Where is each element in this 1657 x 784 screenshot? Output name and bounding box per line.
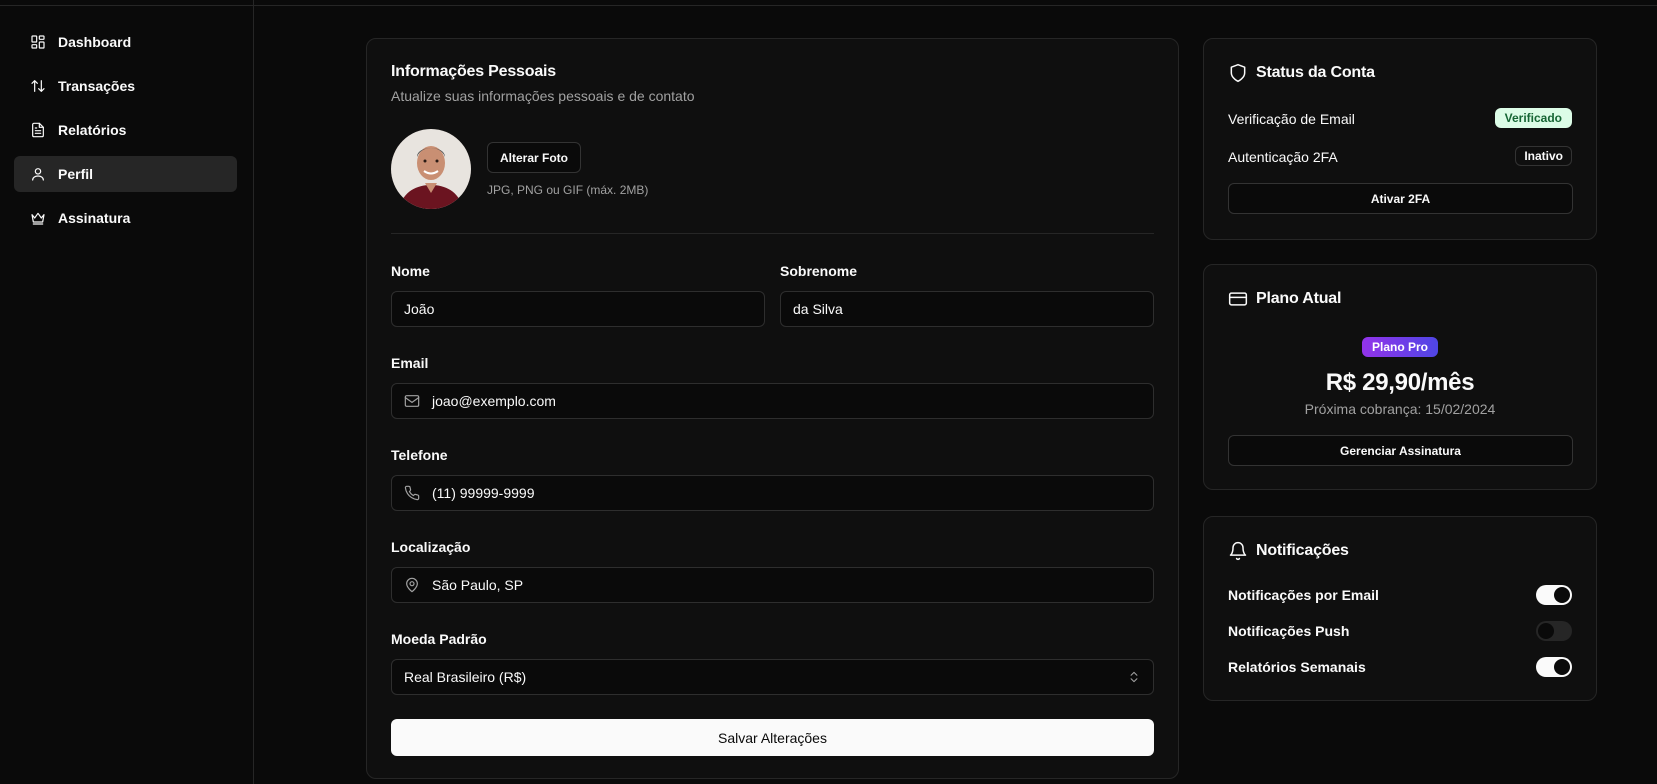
personal-info-card: Informações Pessoais Atualize suas infor… bbox=[366, 38, 1179, 779]
save-button[interactable]: Salvar Alterações bbox=[391, 719, 1154, 756]
email-value: joao@exemplo.com bbox=[432, 393, 556, 409]
header-divider bbox=[254, 5, 1657, 6]
grid-icon bbox=[31, 35, 45, 49]
sidebar-item-label: Transações bbox=[58, 78, 136, 94]
sidebar-item-assinatura[interactable]: Assinatura bbox=[14, 200, 237, 236]
divider bbox=[391, 233, 1154, 234]
email-verification-label: Verificação de Email bbox=[1228, 111, 1355, 127]
plan-price: R$ 29,90/mês bbox=[1325, 369, 1475, 396]
photo-hint: JPG, PNG ou GIF (máx. 2MB) bbox=[487, 183, 649, 197]
location-field[interactable]: São Paulo, SP bbox=[391, 567, 1154, 603]
bell-icon bbox=[1229, 541, 1247, 561]
first-name-label: Nome bbox=[391, 263, 430, 279]
weekly-reports-label: Relatórios Semanais bbox=[1228, 659, 1366, 675]
map-pin-icon bbox=[406, 577, 418, 593]
account-status-title-text: Status da Conta bbox=[1256, 64, 1375, 81]
email-label: Email bbox=[391, 355, 429, 371]
sidebar-item-label: Dashboard bbox=[58, 34, 132, 50]
plan-badge: Plano Pro bbox=[1361, 337, 1439, 357]
notifications-title: Notificações bbox=[1228, 541, 1349, 561]
personal-info-subtitle: Atualize suas informações pessoais e de … bbox=[391, 88, 695, 104]
toggle-knob bbox=[1538, 623, 1554, 639]
personal-info-title: Informações Pessoais bbox=[391, 63, 556, 80]
mail-icon bbox=[404, 395, 420, 407]
account-status-card: Status da Conta Verificação de Email Ver… bbox=[1203, 38, 1597, 240]
user-icon bbox=[32, 168, 44, 181]
phone-icon bbox=[404, 485, 420, 501]
first-name-field[interactable]: João bbox=[391, 291, 765, 327]
notifications-title-text: Notificações bbox=[1256, 542, 1349, 559]
phone-label: Telefone bbox=[391, 447, 448, 463]
verified-badge: Verificado bbox=[1494, 108, 1572, 128]
email-notifications-label: Notificações por Email bbox=[1228, 587, 1379, 603]
first-name-value: João bbox=[404, 301, 435, 317]
current-plan-title: Plano Atual bbox=[1228, 289, 1341, 309]
arrows-up-down-icon bbox=[31, 80, 45, 92]
chevrons-up-down-icon bbox=[1130, 671, 1138, 683]
sidebar-item-transacoes[interactable]: Transações bbox=[14, 68, 237, 104]
shield-icon bbox=[1230, 63, 1246, 83]
manage-subscription-button[interactable]: Gerenciar Assinatura bbox=[1228, 435, 1573, 466]
inactive-badge: Inativo bbox=[1515, 146, 1572, 166]
push-notifications-label: Notificações Push bbox=[1228, 623, 1350, 639]
credit-card-icon bbox=[1228, 292, 1248, 306]
sidebar-nav: Dashboard Transações Relatórios Perfil A… bbox=[14, 24, 237, 244]
currency-label: Moeda Padrão bbox=[391, 631, 487, 647]
sidebar-item-dashboard[interactable]: Dashboard bbox=[14, 24, 237, 60]
sidebar-item-relatorios[interactable]: Relatórios bbox=[14, 112, 237, 148]
location-value: São Paulo, SP bbox=[432, 577, 524, 593]
next-charge-date: Próxima cobrança: 15/02/2024 bbox=[1304, 401, 1496, 417]
sidebar-item-label: Relatórios bbox=[58, 122, 127, 138]
phone-field[interactable]: (11) 99999-9999 bbox=[391, 475, 1154, 511]
phone-value: (11) 99999-9999 bbox=[432, 485, 535, 501]
change-photo-button[interactable]: Alterar Foto bbox=[487, 142, 582, 173]
toggle-knob bbox=[1554, 587, 1570, 603]
sidebar: Dashboard Transações Relatórios Perfil A… bbox=[0, 0, 254, 784]
email-notifications-toggle[interactable] bbox=[1536, 585, 1572, 605]
account-status-title: Status da Conta bbox=[1228, 63, 1375, 83]
avatar bbox=[391, 129, 471, 209]
push-notifications-toggle[interactable] bbox=[1536, 621, 1572, 641]
crown-icon bbox=[31, 212, 45, 225]
sidebar-item-label: Assinatura bbox=[58, 210, 131, 226]
currency-select[interactable]: Real Brasileiro (R$) bbox=[391, 659, 1154, 695]
avatar-photo bbox=[391, 129, 471, 209]
location-label: Localização bbox=[391, 539, 471, 555]
last-name-value: da Silva bbox=[793, 301, 843, 317]
last-name-label: Sobrenome bbox=[780, 263, 858, 279]
sidebar-item-label: Perfil bbox=[58, 166, 94, 182]
email-field[interactable]: joao@exemplo.com bbox=[391, 383, 1154, 419]
last-name-field[interactable]: da Silva bbox=[780, 291, 1154, 327]
weekly-reports-toggle[interactable] bbox=[1536, 657, 1572, 677]
sidebar-header bbox=[0, 0, 253, 6]
two-factor-label: Autenticação 2FA bbox=[1228, 149, 1338, 165]
file-text-icon bbox=[32, 122, 44, 138]
toggle-knob bbox=[1554, 659, 1570, 675]
notifications-card: Notificações Notificações por Email Noti… bbox=[1203, 516, 1597, 701]
sidebar-item-perfil[interactable]: Perfil bbox=[14, 156, 237, 192]
activate-2fa-button[interactable]: Ativar 2FA bbox=[1228, 183, 1573, 214]
currency-value: Real Brasileiro (R$) bbox=[404, 669, 527, 685]
current-plan-card: Plano Atual Plano Pro R$ 29,90/mês Próxi… bbox=[1203, 264, 1597, 490]
current-plan-title-text: Plano Atual bbox=[1256, 290, 1342, 307]
